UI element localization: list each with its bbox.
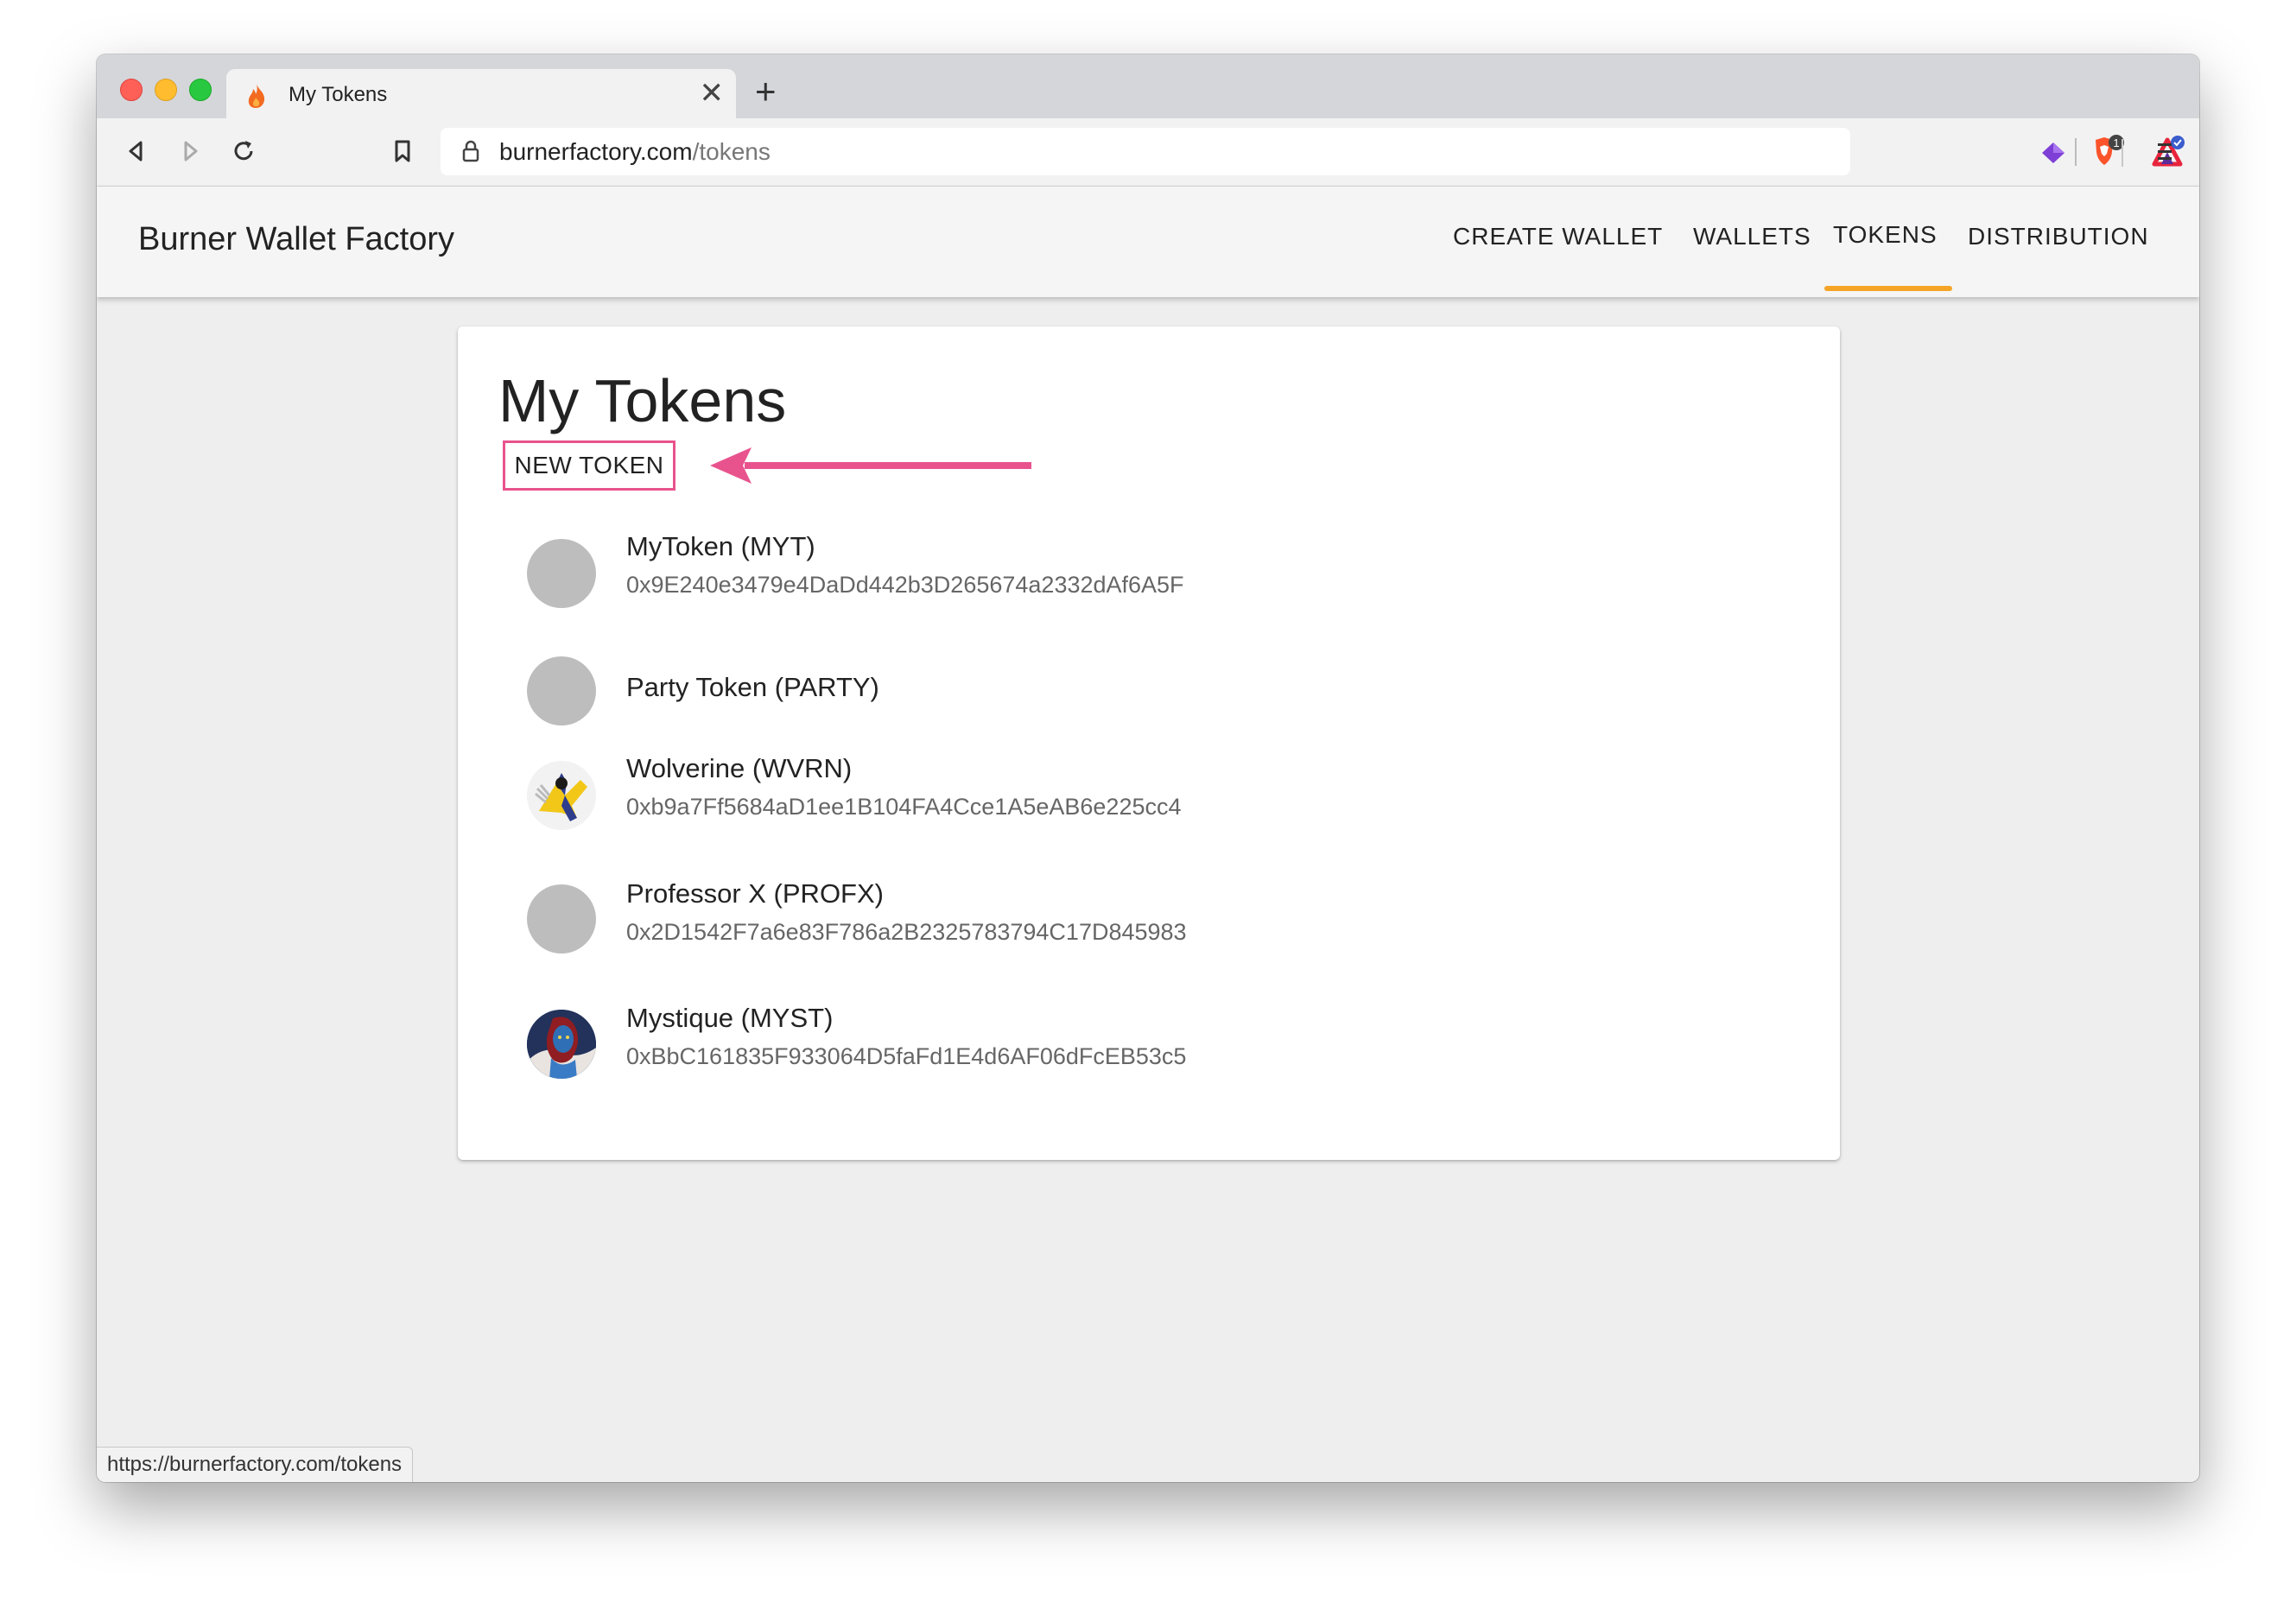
- page-title: My Tokens: [498, 367, 787, 434]
- token-avatar: [527, 539, 596, 608]
- browser-window: My Tokens ✕ + burnerfactory.com/tokens 1…: [97, 54, 2199, 1482]
- shields-count: 1: [2113, 136, 2119, 149]
- active-tab-indicator: [1824, 286, 1952, 291]
- menu-icon[interactable]: [2149, 136, 2180, 167]
- token-address: 0x9E240e3479e4DaDd442b3D265674a2332dAf6A…: [626, 572, 1184, 598]
- token-name: Wolverine (WVRN): [626, 753, 853, 783]
- token-address: 0xb9a7Ff5684aD1ee1B104FA4Cce1A5eAB6e225c…: [626, 794, 1182, 820]
- browser-tab[interactable]: My Tokens ✕: [226, 69, 736, 118]
- reload-icon[interactable]: [228, 136, 259, 167]
- lock-icon: [462, 140, 479, 162]
- url-text: burnerfactory.com/tokens: [499, 138, 771, 166]
- wolverine-image-icon: [527, 761, 596, 830]
- token-address: 0xBbC161835F933064D5faFd1E4d6AF06dFcEB53…: [626, 1043, 1187, 1069]
- token-avatar-image: [527, 761, 596, 830]
- status-bar: https://burnerfactory.com/tokens: [97, 1447, 414, 1482]
- token-name: MyToken (MYT): [626, 531, 815, 561]
- url-path: /tokens: [692, 138, 771, 165]
- token-name: Party Token (PARTY): [626, 672, 879, 702]
- toolbar-divider: [2122, 139, 2123, 167]
- address-bar[interactable]: burnerfactory.com/tokens 1: [441, 128, 2185, 175]
- bookmark-icon[interactable]: [387, 136, 418, 167]
- nav-distribution[interactable]: DISTRIBUTION: [1968, 223, 2149, 250]
- new-token-button[interactable]: NEW TOKEN: [503, 440, 675, 491]
- back-icon[interactable]: [121, 136, 152, 167]
- list-item[interactable]: Wolverine (WVRN) 0xb9a7Ff5684aD1ee1B104F…: [527, 753, 1563, 840]
- token-name: Mystique (MYST): [626, 1003, 834, 1033]
- maximize-window-button[interactable]: [189, 79, 212, 101]
- token-name: Professor X (PROFX): [626, 878, 884, 909]
- list-item[interactable]: MyToken (MYT) 0x9E240e3479e4DaDd442b3D26…: [527, 531, 1563, 618]
- minimize-window-button[interactable]: [155, 79, 177, 101]
- nav-create-wallet[interactable]: CREATE WALLET: [1453, 223, 1663, 250]
- new-tab-button[interactable]: +: [755, 72, 777, 111]
- tokens-card: My Tokens NEW TOKEN MyToken (MYT) 0x9E24…: [458, 326, 1840, 1160]
- wallet-extension-icon[interactable]: [2035, 136, 2071, 170]
- list-item[interactable]: Professor X (PROFX) 0x2D1542F7a6e83F786a…: [527, 878, 1563, 966]
- tab-title: My Tokens: [289, 83, 388, 106]
- mystique-image-icon: [527, 1010, 596, 1079]
- nav-tokens[interactable]: TOKENS: [1833, 221, 1938, 249]
- tab-strip: My Tokens ✕ +: [97, 54, 2199, 118]
- close-window-button[interactable]: [120, 79, 143, 101]
- forward-icon[interactable]: [174, 136, 206, 167]
- flame-icon: [248, 84, 265, 108]
- annotation-arrow-icon: [710, 447, 1031, 484]
- token-avatar: [527, 656, 596, 725]
- token-avatar-image: [527, 1010, 596, 1079]
- tab-close-icon[interactable]: ✕: [700, 76, 725, 111]
- address-bar-divider: [2075, 138, 2077, 166]
- list-item[interactable]: Party Token (PARTY): [527, 651, 1563, 738]
- app-title: Burner Wallet Factory: [138, 221, 455, 257]
- list-item[interactable]: Mystique (MYST) 0xBbC161835F933064D5faFd…: [527, 1003, 1563, 1090]
- url-host: burnerfactory.com: [499, 138, 693, 165]
- nav-wallets[interactable]: WALLETS: [1693, 223, 1811, 250]
- token-address: 0x2D1542F7a6e83F786a2B2325783794C17D8459…: [626, 919, 1187, 945]
- token-avatar: [527, 884, 596, 954]
- browser-toolbar: burnerfactory.com/tokens 1: [97, 118, 2199, 187]
- app-bar: Burner Wallet Factory CREATE WALLET WALL…: [97, 187, 2199, 297]
